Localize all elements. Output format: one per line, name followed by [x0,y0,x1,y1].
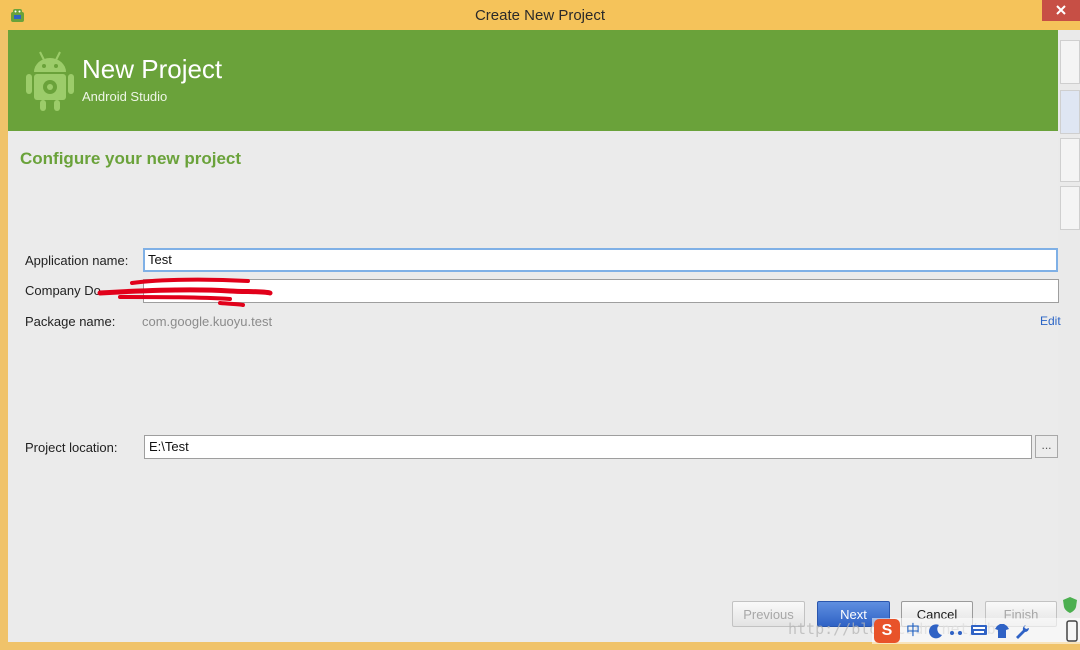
shirt-icon[interactable] [994,623,1010,639]
window-title: Create New Project [474,7,606,24]
system-tray: S 中 [872,618,1080,644]
company-domain-label: Company Do [25,283,101,298]
app-name-input[interactable]: Test [143,248,1058,272]
edit-package-link[interactable]: Edit [1040,314,1061,328]
project-location-label: Project location: [25,440,118,455]
moon-icon[interactable] [928,623,944,639]
package-name-label: Package name: [25,314,116,329]
header-banner: New Project Android Studio [8,30,1058,131]
android-robot-gear-icon [26,51,74,111]
close-icon [1056,5,1066,15]
background-tile [1060,40,1080,84]
keyboard-icon[interactable] [970,623,988,637]
app-name-label: Application name: [25,253,129,268]
close-button[interactable] [1042,0,1080,21]
company-domain-input[interactable] [143,279,1059,303]
package-name-value: com.google.kuoyu.test [142,314,273,329]
background-tile [1060,186,1080,230]
settings-wrench-icon[interactable] [1014,623,1030,639]
ime-mode-indicator[interactable]: 中 [906,619,920,643]
phone-icon[interactable] [1064,619,1080,643]
background-tile [1060,90,1080,134]
background-tile [1060,138,1080,182]
banner-title: New Project [82,54,223,84]
project-location-input[interactable]: E:\Test [144,435,1032,459]
banner-subtitle: Android Studio [82,89,168,104]
browse-button[interactable]: ... [1035,435,1058,458]
section-title: Configure your new project [20,149,242,168]
punctuation-icon[interactable] [948,625,968,639]
shield-icon[interactable] [1062,596,1078,614]
ime-logo-icon[interactable]: S [874,619,900,643]
dialog-body: New Project Android Studio Configure you… [8,30,1061,642]
